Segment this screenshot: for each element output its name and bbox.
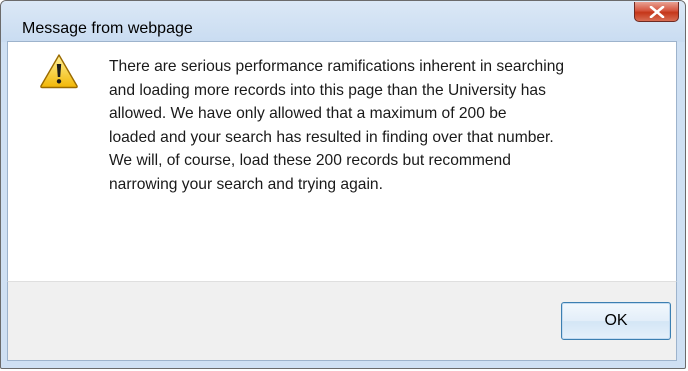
dialog-title: Message from webpage <box>22 20 193 37</box>
close-x-icon <box>649 6 665 18</box>
ok-button[interactable]: OK <box>561 302 671 340</box>
message-line: and loading more records into this page … <box>109 81 546 99</box>
message-line: narrowing your search and trying again. <box>109 175 383 193</box>
warning-triangle-icon <box>40 54 78 89</box>
message-text: There are serious performance ramificati… <box>109 55 649 197</box>
message-line: There are serious performance ramificati… <box>109 58 565 75</box>
close-button[interactable] <box>634 2 679 22</box>
message-line: allowed. We have only allowed that a max… <box>109 105 507 123</box>
message-line: We will, of course, load these 200 recor… <box>109 152 511 170</box>
dialog-titlebar[interactable]: Message from webpage <box>1 1 685 42</box>
message-line: loaded and your search has resulted in f… <box>109 128 554 146</box>
